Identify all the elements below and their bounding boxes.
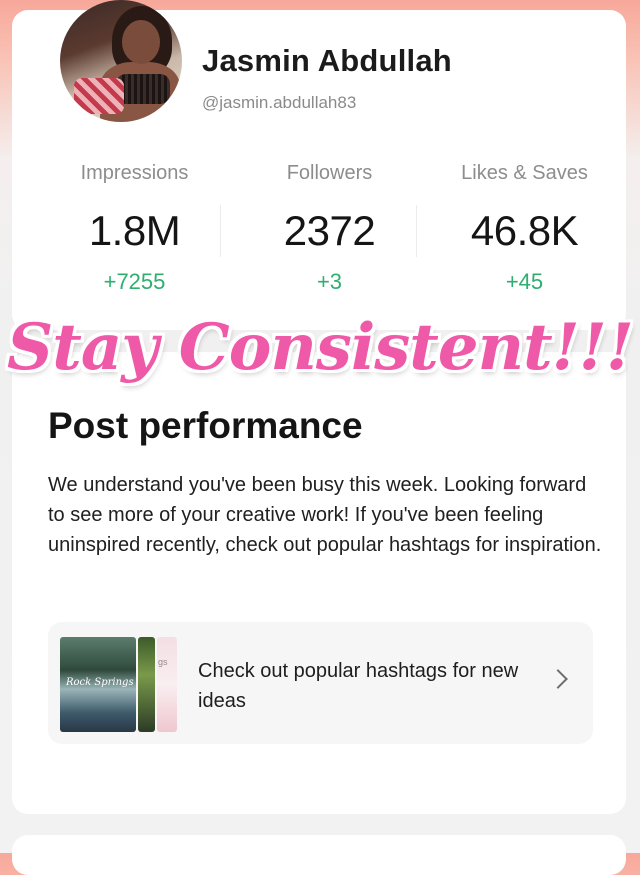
performance-message: We understand you've been busy this week… — [48, 474, 602, 556]
overlay-caption: Stay Consistent!!! — [7, 310, 634, 385]
hashtag-card-text: Check out popular hashtags for new ideas — [198, 660, 519, 712]
stat-label: Impressions — [80, 162, 189, 184]
avatar-face — [122, 20, 160, 64]
thumbnail-text: gs — [158, 657, 168, 667]
stat-followers[interactable]: Followers 2372 +3 — [227, 162, 432, 295]
thumbnail-image: gs — [157, 637, 177, 732]
popular-hashtags-card[interactable]: Rock Springs gs Check out popular hashta… — [48, 622, 593, 744]
stat-divider — [416, 205, 417, 257]
stat-impressions[interactable]: Impressions 1.8M +7255 — [32, 162, 237, 295]
thumbnail-image: Rock Springs — [60, 637, 136, 732]
stat-likes-saves[interactable]: Likes & Saves 46.8K +45 — [422, 162, 627, 295]
profile-card: Jasmin Abdullah @jasmin.abdullah83 Impre… — [12, 0, 627, 330]
section-title: Post performance — [48, 405, 363, 446]
thumbnail-image — [138, 637, 155, 732]
chevron-right-icon[interactable] — [548, 669, 568, 689]
stat-value: 1.8M — [88, 207, 181, 254]
stat-delta: +7255 — [103, 269, 166, 294]
stat-label: Followers — [286, 162, 373, 184]
profile-name: Jasmin Abdullah — [202, 43, 452, 78]
stat-value: 2372 — [283, 207, 376, 254]
hashtag-thumbnails: Rock Springs gs — [60, 637, 180, 732]
stat-label: Likes & Saves — [461, 162, 588, 184]
next-card — [12, 835, 626, 875]
stat-divider — [220, 205, 221, 257]
stat-delta: +3 — [316, 269, 343, 294]
stat-value: 46.8K — [470, 207, 579, 254]
stat-delta: +45 — [505, 269, 544, 294]
avatar-bag — [74, 78, 124, 114]
profile-handle: @jasmin.abdullah83 — [202, 93, 357, 112]
avatar[interactable] — [60, 0, 182, 122]
thumbnail-caption: Rock Springs — [66, 677, 134, 688]
avatar-top — [116, 74, 170, 104]
